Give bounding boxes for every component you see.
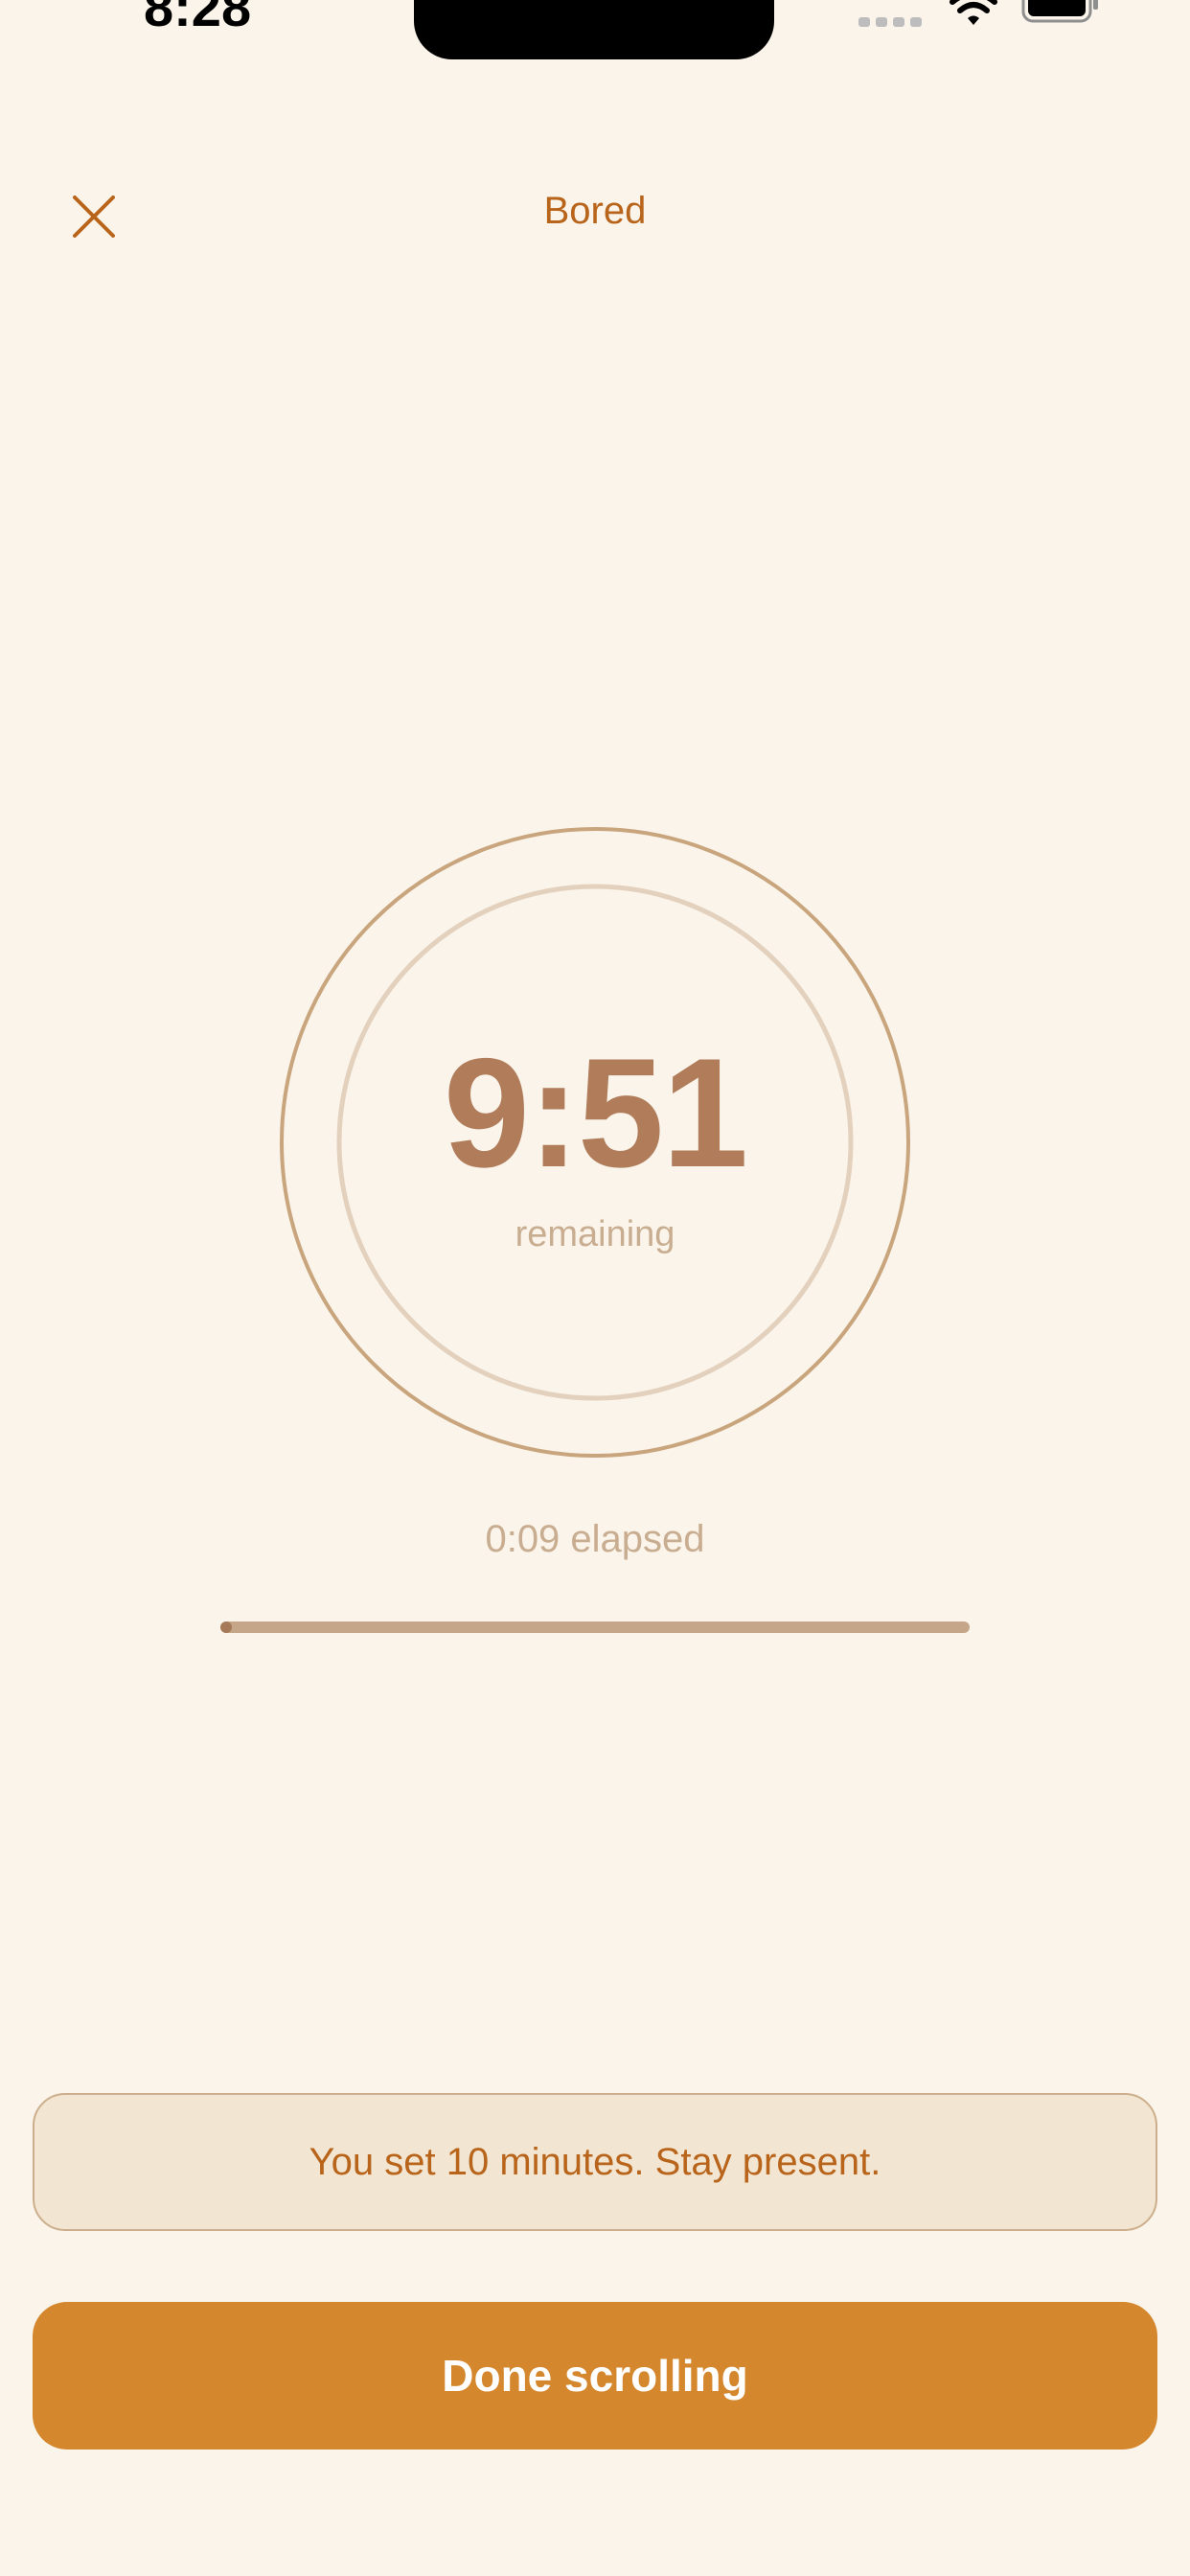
- done-scrolling-label: Done scrolling: [442, 2351, 748, 2401]
- dynamic-island: [414, 0, 774, 59]
- status-bar: 8:28: [0, 0, 1190, 59]
- done-scrolling-button[interactable]: Done scrolling: [33, 2302, 1157, 2450]
- timer-ring: 9:51 remaining: [279, 826, 911, 1459]
- battery-icon: [1021, 0, 1098, 23]
- cellular-signal-icon: [858, 13, 924, 27]
- time-remaining: 9:51: [443, 1026, 748, 1200]
- reminder-banner: You set 10 minutes. Stay present.: [33, 2093, 1157, 2231]
- wifi-icon: [950, 0, 997, 25]
- page-title: Bored: [543, 190, 647, 232]
- elapsed-time: 0:09 elapsed: [485, 1518, 705, 1560]
- progress-bar-fill: [220, 1622, 232, 1633]
- progress-bar: [220, 1622, 970, 1633]
- reminder-text: You set 10 minutes. Stay present.: [309, 2141, 881, 2183]
- status-time: 8:28: [144, 0, 252, 37]
- remaining-caption: remaining: [515, 1214, 675, 1254]
